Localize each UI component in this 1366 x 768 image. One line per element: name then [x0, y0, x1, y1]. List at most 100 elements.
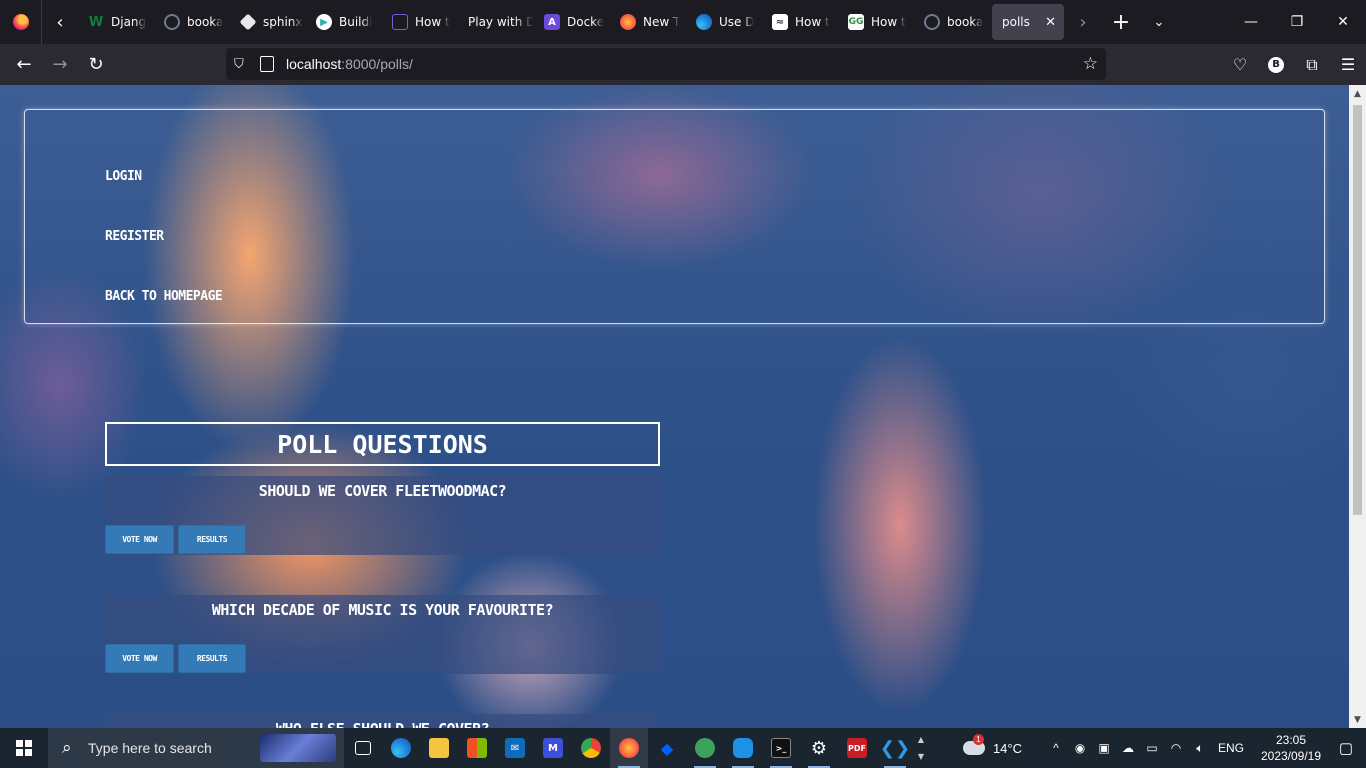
tab-how-to-1[interactable]: How t	[382, 4, 458, 40]
question-card: WHICH DECADE OF MUSIC IS YOUR FAVOURITE?…	[105, 595, 660, 674]
cloud-icon: 1	[962, 734, 985, 755]
tab-play-with-docker[interactable]: Play with D	[458, 4, 534, 40]
question-card: WHO ELSE SHOULD WE COVER?	[105, 714, 660, 728]
question-text: SHOULD WE COVER FLEETWOODMAC?	[258, 482, 507, 500]
windows-taskbar: ⌕ Type here to search ✉ M ◆ >_ ⚙ PDF ❮❯ …	[0, 728, 1366, 768]
weather-widget[interactable]: 1 14°C	[962, 734, 1022, 756]
tab-new-tab[interactable]: New T	[610, 4, 686, 40]
battery-icon[interactable]: ▭	[1140, 741, 1164, 755]
pdf-app-icon[interactable]: PDF	[838, 728, 876, 768]
mail-icon[interactable]: ✉	[496, 728, 534, 768]
menu-hamburger-icon[interactable]: ☰	[1330, 55, 1366, 74]
navigation-toolbar: ← → ↻ ⛉ localhost:8000/polls/ ☆ ♡ B ⧉ ☰	[0, 44, 1366, 85]
tab-label: How t	[795, 15, 830, 29]
clock[interactable]: 23:05 2023/09/19	[1256, 732, 1326, 764]
vote-now-button[interactable]: VOTE NOW	[105, 644, 174, 673]
microsoft-store-icon[interactable]	[458, 728, 496, 768]
tab-list: W Djang booka sphinx ▶ Buildi How t Play w…	[78, 0, 1064, 44]
globe-icon	[164, 14, 180, 30]
page-title: POLL QUESTIONS	[105, 422, 660, 466]
minimize-button[interactable]: —	[1228, 0, 1274, 44]
restore-button[interactable]: ❐	[1274, 0, 1320, 44]
geeksforgeeks-icon: GG	[848, 14, 864, 30]
input-language[interactable]: ENG	[1218, 741, 1244, 755]
tab-label: Use D	[719, 15, 755, 29]
taskbar-search-box[interactable]: ⌕ Type here to search	[48, 728, 344, 768]
results-button[interactable]: RESULTS	[178, 525, 246, 554]
notifications-icon[interactable]: ▢	[1326, 739, 1366, 757]
onedrive-cloud-icon[interactable]: ☁	[1116, 741, 1140, 755]
address-bar[interactable]: ⛉ localhost:8000/polls/ ☆	[226, 48, 1106, 80]
tabs-scroll-right-button[interactable]: ›	[1064, 0, 1102, 44]
clock-date: 2023/09/19	[1260, 749, 1322, 763]
vscode-icon[interactable]: ❮❯	[876, 728, 914, 768]
bookmark-star-icon[interactable]: ☆	[1083, 54, 1098, 74]
tab-docker[interactable]: A Docke	[534, 4, 610, 40]
tab-favicon-icon: W	[88, 14, 104, 30]
edge-icon[interactable]	[382, 728, 420, 768]
window-controls: — ❐ ✕	[1228, 0, 1366, 44]
new-tab-button[interactable]: +	[1102, 0, 1140, 44]
firefox-icon	[12, 14, 29, 30]
file-explorer-icon[interactable]	[420, 728, 458, 768]
tab-booka-2[interactable]: booka	[914, 4, 990, 40]
tab-building[interactable]: ▶ Buildi	[306, 4, 382, 40]
register-link[interactable]: REGISTER	[105, 229, 164, 244]
weather-temperature: 14°C	[992, 740, 1022, 756]
ms-todo-icon[interactable]: M	[534, 728, 572, 768]
terminal-icon[interactable]: >_	[762, 728, 800, 768]
account-avatar[interactable]: B	[1268, 56, 1284, 73]
docker-icon[interactable]	[724, 728, 762, 768]
settings-gear-icon[interactable]: ⚙	[800, 728, 838, 768]
tabs-scroll-left-button[interactable]: ‹	[42, 0, 78, 44]
scroll-up-arrow-icon[interactable]: ▲	[1349, 85, 1366, 102]
close-tab-icon[interactable]: ✕	[1045, 15, 1056, 30]
tab-label: booka	[947, 15, 984, 29]
url-text[interactable]: localhost:8000/polls/	[286, 56, 413, 72]
pinned-apps: ✉ M ◆ >_ ⚙ PDF ❮❯ ▲ ▼	[344, 728, 928, 768]
close-window-button[interactable]: ✕	[1320, 0, 1366, 44]
back-button[interactable]: ←	[6, 49, 42, 81]
webcam-icon[interactable]: ▣	[1092, 741, 1116, 755]
volume-icon[interactable]: 🔈︎	[1188, 741, 1212, 756]
page-scrollbar[interactable]: ▲ ▼	[1349, 85, 1366, 728]
firefox-view-button[interactable]	[0, 0, 42, 44]
show-hidden-icons-chevron-icon[interactable]: ^	[1044, 741, 1068, 755]
search-placeholder: Type here to search	[88, 740, 212, 756]
frog-app-icon[interactable]	[686, 728, 724, 768]
scroll-down-arrow-icon[interactable]: ▼	[1349, 711, 1366, 728]
dropbox-icon[interactable]: ◆	[648, 728, 686, 768]
login-link[interactable]: LOGIN	[105, 169, 142, 184]
back-to-homepage-link[interactable]: BACK TO HOMEPAGE	[105, 289, 223, 304]
tracking-protection-shield-icon[interactable]: ⛉	[234, 57, 250, 72]
tab-how-to-3[interactable]: GG How t	[838, 4, 914, 40]
tab-booka-1[interactable]: booka	[154, 4, 230, 40]
taskbar-scroll-arrows[interactable]: ▲ ▼	[914, 735, 928, 761]
start-button[interactable]	[0, 728, 48, 768]
firefox-taskbar-icon[interactable]	[610, 728, 648, 768]
record-icon[interactable]: ◉	[1068, 741, 1092, 755]
list-all-tabs-chevron-icon[interactable]: ⌄	[1140, 0, 1178, 44]
task-view-icon[interactable]	[344, 728, 382, 768]
extensions-icon[interactable]: ⧉	[1294, 55, 1330, 75]
tab-use-docker[interactable]: Use D	[686, 4, 762, 40]
results-button[interactable]: RESULTS	[178, 644, 246, 673]
reload-button[interactable]: ↻	[78, 49, 114, 81]
forward-button[interactable]: →	[42, 49, 78, 81]
tab-label: How t	[871, 15, 906, 29]
question-text: WHO ELSE SHOULD WE COVER?	[105, 720, 660, 728]
tab-sphinx[interactable]: sphinx	[230, 4, 306, 40]
tab-label: polls	[1002, 15, 1030, 29]
windows-logo-icon	[16, 740, 32, 756]
tab-how-to-2[interactable]: ≈ How t	[762, 4, 838, 40]
pocket-icon[interactable]: ♡	[1222, 55, 1258, 74]
vote-now-button[interactable]: VOTE NOW	[105, 525, 174, 554]
tab-label: Buildi	[339, 15, 373, 29]
scroll-thumb[interactable]	[1353, 105, 1362, 515]
chrome-icon[interactable]	[572, 728, 610, 768]
tab-polls-active[interactable]: polls ✕	[992, 4, 1064, 40]
page-info-icon[interactable]	[260, 56, 274, 72]
tab-django[interactable]: W Djang	[78, 4, 154, 40]
wifi-icon[interactable]: ◠	[1164, 741, 1188, 755]
question-text: WHICH DECADE OF MUSIC IS YOUR FAVOURITE?	[211, 601, 554, 619]
